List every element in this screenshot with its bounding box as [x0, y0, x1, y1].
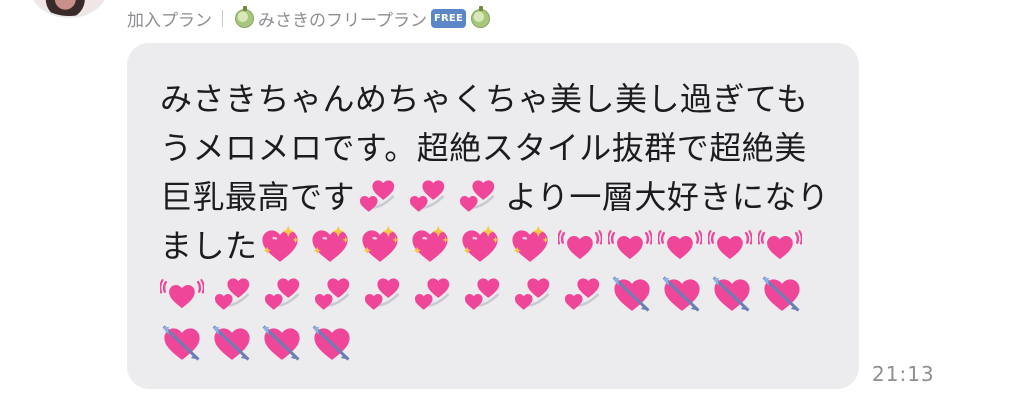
message-bubble[interactable]: みさきちゃんめちゃくちゃ美し美し過ぎても うメロメロです。超絶スタイル抜群で超絶…: [127, 43, 859, 389]
beating-heart-icon: [757, 223, 802, 267]
revolving-hearts-icon: [455, 174, 499, 218]
heart-with-arrow-icon: [610, 272, 654, 316]
melon-icon: [235, 5, 254, 28]
heart-with-arrow-icon: [160, 321, 204, 365]
message-text-segment: より一層大好きになり: [505, 178, 830, 216]
beating-heart-icon: [160, 272, 204, 316]
revolving-hearts-icon: [405, 174, 449, 218]
sparkling-heart-icon: [358, 223, 402, 267]
plan-name[interactable]: みさきのフリープラン: [258, 6, 427, 31]
revolving-hearts-icon: [360, 272, 404, 316]
inline-emoji-group: [355, 178, 505, 216]
message-line: みさきちゃんめちゃくちゃ美し美し過ぎても: [160, 75, 839, 124]
heart-with-arrow-icon: [760, 272, 804, 316]
chat-view: 加入プラン みさきのフリープラン FREE みさきちゃんめちゃくちゃ美し美し過ぎ…: [0, 0, 1024, 407]
message-line: [160, 320, 839, 369]
sparkling-heart-icon: [408, 223, 452, 267]
message-line: ました: [160, 222, 839, 271]
heart-with-arrow-icon: [710, 272, 754, 316]
plan-label: 加入プラン: [127, 10, 212, 31]
message-line: 巨乳最高です より一層大好きになり: [160, 173, 839, 222]
revolving-hearts-icon: [355, 174, 399, 218]
message-line: [160, 271, 839, 320]
sender-avatar[interactable]: [30, 0, 108, 18]
sparkling-heart-icon: [458, 223, 502, 267]
heart-with-arrow-icon: [310, 321, 354, 365]
melon-icon: [470, 5, 490, 28]
revolving-hearts-icon: [410, 272, 454, 316]
message-text-segment: みさきちゃんめちゃくちゃ美し美し過ぎても: [160, 80, 809, 118]
beating-heart-icon: [657, 223, 702, 267]
message-timestamp: 21:13: [872, 362, 935, 386]
beating-heart-icon: [707, 223, 752, 267]
heart-with-arrow-icon: [260, 321, 304, 365]
plan-info-row: 加入プラン みさきのフリープラン FREE: [127, 4, 494, 32]
free-badge: FREE: [430, 8, 466, 28]
sparkling-heart-icon: [508, 223, 552, 267]
revolving-hearts-icon: [510, 272, 554, 316]
sparkling-heart-icon: [308, 223, 352, 267]
revolving-hearts-icon: [210, 272, 254, 316]
beating-heart-icon: [557, 223, 602, 267]
message-text-segment: ました: [160, 227, 258, 265]
message-text-segment: 巨乳最高です: [160, 178, 356, 216]
revolving-hearts-icon: [560, 272, 604, 316]
heart-with-arrow-icon: [210, 321, 254, 365]
revolving-hearts-icon: [460, 272, 504, 316]
message-line: うメロメロです。超絶スタイル抜群で超絶美: [160, 124, 839, 173]
revolving-hearts-icon: [260, 272, 304, 316]
sparkling-heart-icon: [258, 223, 302, 267]
beating-heart-icon: [607, 223, 652, 267]
message-text-segment: うメロメロです。超絶スタイル抜群で超絶美: [160, 129, 807, 167]
heart-with-arrow-icon: [660, 272, 704, 316]
plan-divider: [222, 9, 223, 27]
emoji-group: [258, 225, 808, 265]
message-text: みさきちゃんめちゃくちゃ美し美し過ぎても うメロメロです。超絶スタイル抜群で超絶…: [160, 75, 839, 369]
revolving-hearts-icon: [310, 272, 354, 316]
